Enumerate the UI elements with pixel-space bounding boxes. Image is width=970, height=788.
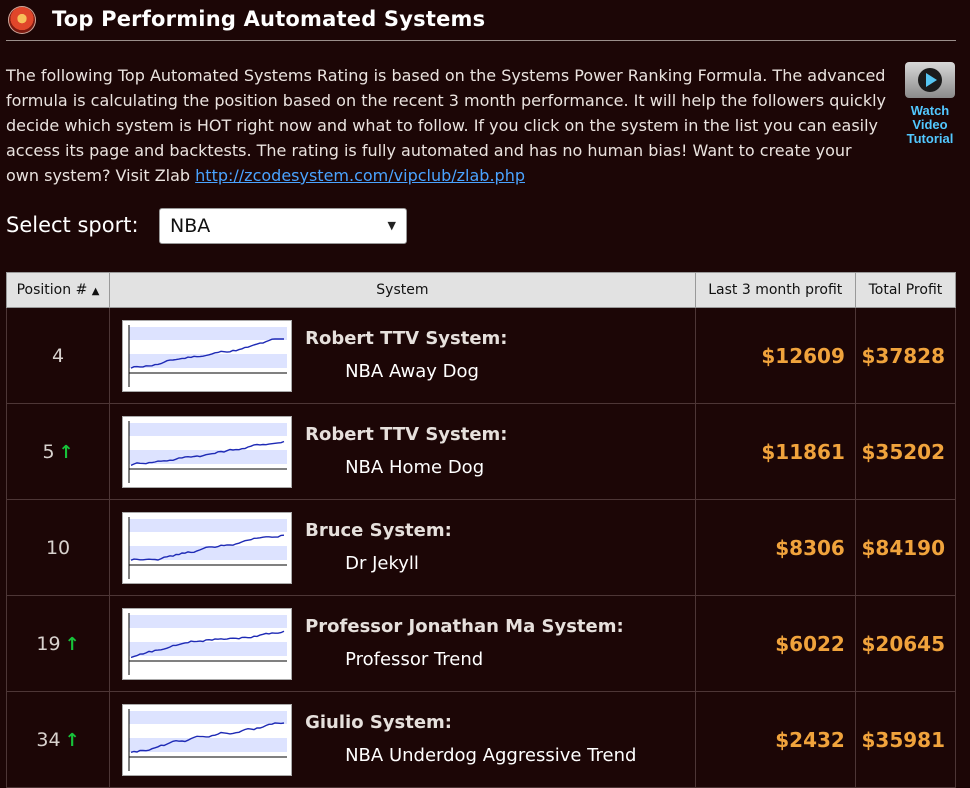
total-header[interactable]: Total Profit (854, 272, 957, 308)
profit-chart-thumbnail[interactable] (122, 320, 293, 392)
arrow-up-icon: ↑ (64, 729, 80, 751)
total-profit-cell: $84190 (854, 499, 957, 596)
position-header[interactable]: Position # ▲ (5, 272, 111, 308)
system-owner[interactable]: Robert TTV System: (305, 424, 507, 445)
position-cell: 19 ↑ (5, 595, 111, 692)
system-name[interactable]: Dr Jekyll (345, 553, 419, 574)
system-name[interactable]: Professor Trend (345, 649, 483, 670)
system-cell[interactable]: Professor Jonathan Ma System: Professor … (109, 595, 696, 692)
systems-table: Position # ▲ System Last 3 month profit … (5, 272, 957, 788)
profit-chart-icon (128, 613, 288, 675)
table-row[interactable]: 10 Bruce System: Dr Jekyll $8306 $84190 (5, 499, 957, 596)
system-name[interactable]: NBA Underdog Aggressive Trend (345, 745, 636, 766)
system-name[interactable]: NBA Away Dog (345, 361, 479, 382)
total-profit-cell: $20645 (854, 595, 957, 692)
position-cell: 4 (5, 307, 111, 404)
select-sport-label: Select sport: (6, 213, 139, 237)
system-cell[interactable]: Robert TTV System: NBA Away Dog (109, 307, 696, 404)
total-profit-cell: $35202 (854, 403, 957, 500)
system-name[interactable]: NBA Home Dog (345, 457, 484, 478)
position-value: 19 (36, 632, 61, 655)
profit-chart-icon (128, 709, 288, 771)
zlab-link[interactable]: http://zcodesystem.com/vipclub/zlab.php (195, 166, 525, 185)
last3-profit-cell: $6022 (694, 595, 856, 692)
last3-profit-cell: $2432 (694, 691, 856, 788)
position-cell: 10 (5, 499, 111, 596)
position-value: 34 (36, 728, 61, 751)
profit-chart-thumbnail[interactable] (122, 416, 293, 488)
arrow-up-icon: ↑ (64, 633, 80, 655)
position-cell: 34 ↑ (5, 691, 111, 788)
play-icon[interactable] (905, 62, 955, 98)
sport-select-value: NBA (170, 215, 211, 237)
system-cell[interactable]: Bruce System: Dr Jekyll (109, 499, 696, 596)
page-header: Top Performing Automated Systems (6, 2, 956, 41)
sort-asc-icon[interactable]: ▲ (92, 286, 100, 297)
profit-chart-icon (128, 421, 288, 483)
table-row[interactable]: 5 ↑ Robert TTV System: NBA Home Dog $1186… (5, 403, 957, 500)
page-title: Top Performing Automated Systems (52, 7, 486, 31)
system-owner[interactable]: Bruce System: (305, 520, 452, 541)
profit-chart-thumbnail[interactable] (122, 512, 293, 584)
system-owner[interactable]: Giulio System: (305, 712, 452, 733)
system-cell[interactable]: Giulio System: NBA Underdog Aggressive T… (109, 691, 696, 788)
table-row[interactable]: 34 ↑ Giulio System: NBA Underdog Aggressi… (5, 691, 957, 788)
table-row[interactable]: 19 ↑ Professor Jonathan Ma System: Profes… (5, 595, 957, 692)
profit-chart-thumbnail[interactable] (122, 608, 293, 680)
dropdown-arrow-icon: ▼ (387, 219, 396, 232)
intro-paragraph: The following Top Automated Systems Rati… (6, 63, 886, 188)
last3-profit-cell: $8306 (694, 499, 856, 596)
arrow-up-icon: ↑ (58, 441, 74, 463)
position-cell: 5 ↑ (5, 403, 111, 500)
system-owner[interactable]: Robert TTV System: (305, 328, 507, 349)
profit-chart-icon (128, 517, 288, 579)
system-header[interactable]: System (109, 272, 696, 308)
table-row[interactable]: 4 Robert TTV System: NBA Away Dog $12609… (5, 307, 957, 404)
flame-logo-icon (8, 6, 36, 34)
system-cell[interactable]: Robert TTV System: NBA Home Dog (109, 403, 696, 500)
last3-profit-cell: $11861 (694, 403, 856, 500)
profit-chart-icon (128, 325, 288, 387)
total-profit-cell: $37828 (854, 307, 957, 404)
profit-chart-thumbnail[interactable] (122, 704, 293, 776)
video-tutorial-button[interactable]: Watch Video Tutorial (904, 62, 956, 146)
system-owner[interactable]: Professor Jonathan Ma System: (305, 616, 624, 637)
total-profit-cell: $35981 (854, 691, 957, 788)
position-value: 5 (42, 440, 55, 463)
last3-profit-cell: $12609 (694, 307, 856, 404)
sport-select[interactable]: NBA ▼ (159, 208, 407, 244)
position-value: 10 (45, 536, 71, 559)
position-value: 4 (52, 344, 65, 367)
last3-header[interactable]: Last 3 month profit (694, 272, 856, 308)
video-tutorial-label[interactable]: Watch Video Tutorial (904, 104, 956, 146)
